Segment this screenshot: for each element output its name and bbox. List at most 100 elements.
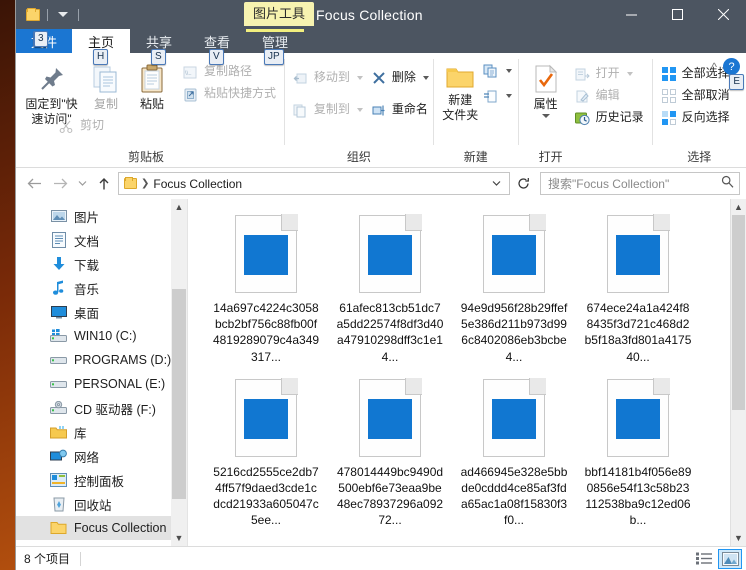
tab-home[interactable]: 主页 H [72,29,130,53]
delete-label: 删除 [392,71,416,84]
chevron-down-icon [357,108,363,112]
sidebar-item-documents[interactable]: 文档 [16,228,187,252]
file-list-pane[interactable]: 14a697c4224c3058bcb2bf756c88fb00f4819289… [188,199,746,546]
quick-access-dropdown-button[interactable] [55,12,71,17]
history-button[interactable]: 历史记录 [571,108,648,128]
scroll-up-button[interactable]: ▲ [731,199,746,215]
paste-shortcut-button[interactable]: 粘贴快捷方式 [179,84,280,104]
drive-icon [50,376,67,392]
sidebar-item-focus-collection[interactable]: Focus Collection [16,516,187,540]
copy-to-label: 复制到 [314,103,350,116]
tab-share[interactable]: 共享 S [130,29,188,53]
file-item[interactable]: 5216cd2555ce2db74ff57f9daed3cde1cdcd2193… [204,371,328,535]
tab-manage[interactable]: 管理 JP [246,29,304,53]
sidebar-item-label: PROGRAMS (D:) [74,353,171,367]
file-name: 94e9d956f28b29ffef5e386d211b973d996c8402… [460,300,568,365]
paste-button[interactable]: 粘贴 3 [129,60,175,112]
file-item[interactable]: bbf14181b4f056e890856e54f13c58b23112538b… [576,371,700,535]
file-item[interactable]: ad466945e328e5bbde0cddd4ce85af3fda65ac1a… [452,371,576,535]
address-dropdown-button[interactable] [485,173,507,194]
new-folder-button[interactable]: 新建文件夹 [438,60,483,123]
rename-button[interactable]: 重命名 [367,100,433,120]
sidebar-item-personal-e[interactable]: PERSONAL (E:) [16,372,187,396]
close-button[interactable] [700,0,746,29]
copy-to-button[interactable]: 复制到 [289,100,361,120]
large-icons-view-button[interactable] [718,549,742,569]
forward-button[interactable] [48,172,72,196]
sidebar-item-win10-c[interactable]: WIN10 (C:) [16,324,187,348]
up-button[interactable] [92,172,116,196]
sidebar-item-label: WIN10 (C:) [74,329,137,343]
new-item-button[interactable] [481,62,514,80]
page-fold [529,214,546,231]
folder-icon[interactable] [26,9,40,21]
tab-view[interactable]: 查看 V [188,29,246,53]
open-button[interactable]: 打开 [571,64,648,84]
chevron-down-icon [423,76,429,80]
ribbon-group-clipboard: 固定到"快速访问" 复制 [16,53,284,168]
sidebar-item-network[interactable]: 网络 [16,444,187,468]
cut-button[interactable]: 剪切 [55,116,280,136]
scrollbar-thumb[interactable] [732,215,745,410]
copy-button[interactable]: 复制 [83,60,129,112]
picture-thumbnail [368,235,412,275]
move-to-button[interactable]: 移动到 [289,68,361,88]
sidebar-item-cd-drive-f[interactable]: CD 驱动器 (F:) [16,396,187,420]
sidebar-item-downloads[interactable]: 下载 [16,252,187,276]
open-label: 打开 [596,67,620,80]
scrollbar-thumb[interactable] [172,289,186,499]
page-fold [529,378,546,395]
sidebar-item-recycle-bin[interactable]: 回收站 [16,492,187,516]
details-view-button[interactable] [692,549,716,569]
search-input[interactable] [546,176,721,192]
file-item[interactable]: 478014449bc9490d500ebf6e73eaa9be48ec7893… [328,371,452,535]
navigation-pane: 图片 文档 下载 [16,199,188,546]
file-item[interactable]: 674ece24a1a424f88435f3d721c468d2b5f18a3f… [576,207,700,371]
svg-text:\\..: \\.. [185,71,192,77]
scroll-down-button[interactable]: ▼ [175,530,184,546]
sidebar-item-label: CD 驱动器 (F:) [74,399,156,418]
back-button[interactable] [22,172,46,196]
copy-path-label: 复制路径 [204,65,252,78]
drive-icon [50,352,67,368]
file-list-scrollbar[interactable]: ▲ ▼ [730,199,746,546]
ribbon-tab-strip: 文件 F 主页 H 共享 S 查看 V 管理 JP [16,29,746,53]
sidebar-item-programs-d[interactable]: PROGRAMS (D:) [16,348,187,372]
chevron-right-icon[interactable]: ❯ [141,178,149,189]
file-item[interactable]: 94e9d956f28b29ffef5e386d211b973d996c8402… [452,207,576,371]
minimize-button[interactable] [608,0,654,29]
breadcrumb-item-focus-collection[interactable]: Focus Collection [153,177,242,191]
delete-button[interactable]: 删除 [367,68,433,88]
refresh-button[interactable] [512,173,534,194]
maximize-button[interactable] [654,0,700,29]
sidebar-item-pictures[interactable]: 图片 [16,204,187,228]
easy-access-button[interactable] [481,87,514,105]
help-button[interactable]: ? [723,58,740,75]
invert-selection-button[interactable]: 反向选择 [657,108,734,128]
recent-locations-button[interactable] [74,172,90,196]
search-icon[interactable] [721,175,734,193]
image-file-icon [359,215,421,293]
navigation-scrollbar[interactable]: ▲ ▼ [171,199,187,546]
sidebar-item-desktop[interactable]: 桌面 [16,300,187,324]
file-item[interactable]: 61afec813cb51dc7a5dd22574f8df3d40a479102… [328,207,452,371]
scroll-down-button[interactable]: ▼ [731,530,746,546]
file-item[interactable]: 14a697c4224c3058bcb2bf756c88fb00f4819289… [204,207,328,371]
collapse-ribbon-button[interactable]: ^ [711,60,717,74]
select-none-button[interactable]: 全部取消 [657,86,734,106]
properties-button[interactable]: 属性 [523,60,569,118]
picture-thumbnail [244,399,288,439]
copy-icon [90,64,122,94]
sidebar-item-label: 文档 [74,231,99,250]
file-explorer-window: 图片工具 Focus Collection 文件 F 主页 H 共享 S [16,0,746,570]
breadcrumb[interactable]: ❯ Focus Collection [118,172,510,195]
scroll-up-button[interactable]: ▲ [175,199,184,215]
sidebar-item-libraries[interactable]: 库 [16,420,187,444]
copy-path-button[interactable]: \\.. 复制路径 [179,62,280,82]
edit-button[interactable]: 编辑 [571,86,648,106]
sidebar-item-music[interactable]: 音乐 [16,276,187,300]
search-box[interactable] [540,172,740,195]
new-folder-icon [445,64,475,90]
sidebar-item-control-panel[interactable]: 控制面板 [16,468,187,492]
divider [80,552,81,566]
